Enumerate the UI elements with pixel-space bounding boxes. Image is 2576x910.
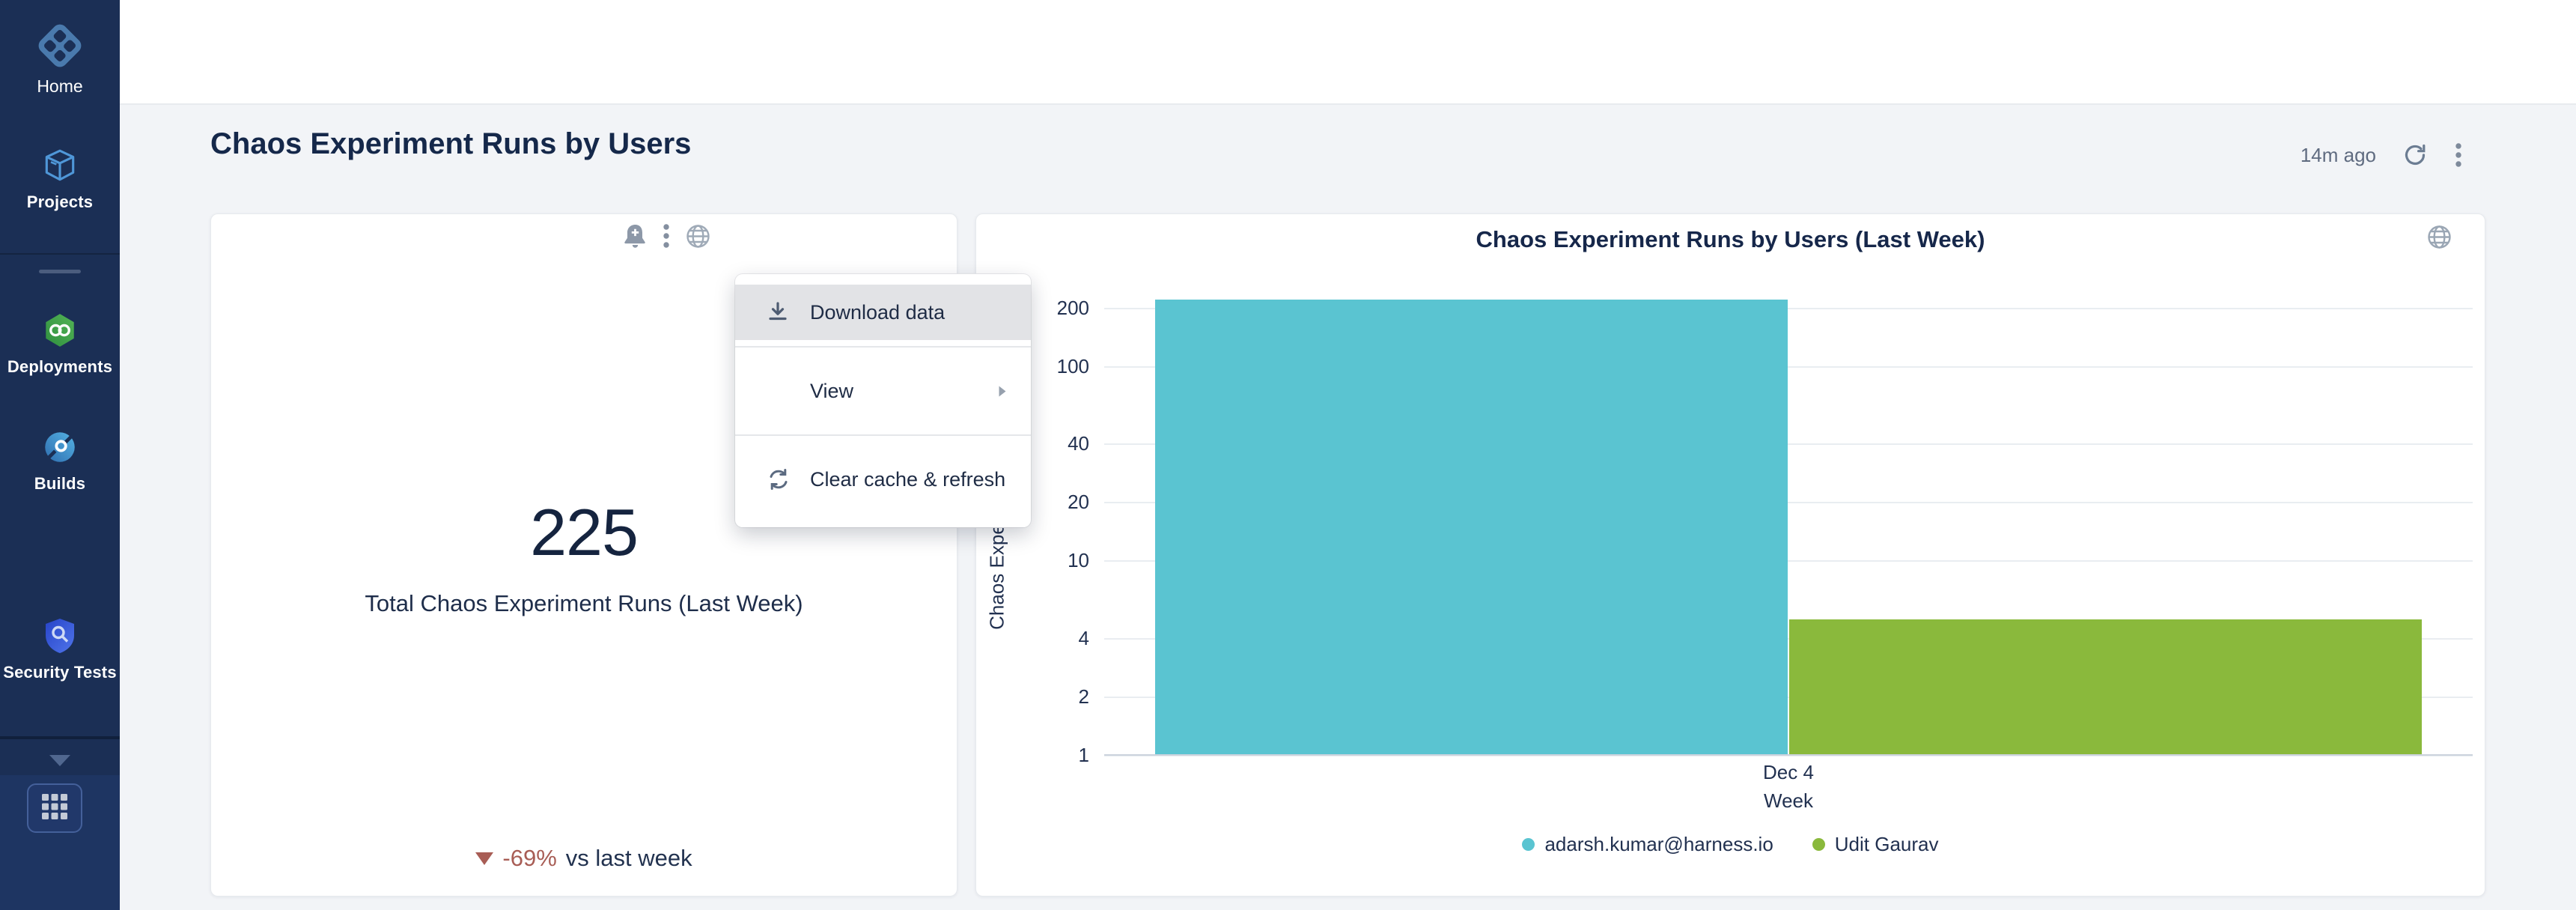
x-axis-category: Dec 4 (1104, 761, 2473, 784)
tile-toolbar (622, 222, 712, 250)
module-picker-button[interactable] (27, 783, 82, 833)
bell-plus-icon[interactable] (622, 222, 648, 250)
dashboard-more-button[interactable] (2454, 141, 2463, 169)
refresh-button[interactable] (2402, 142, 2429, 169)
bar-chart-plot: 200100402010421 (1104, 296, 2473, 755)
harness-logo-icon (35, 21, 84, 70)
last-refresh-time: 14m ago (2301, 144, 2376, 167)
chart-legend: adarsh.kumar@harness.io Udit Gaurav (975, 833, 2485, 856)
top-header (120, 0, 2576, 105)
chart-globe-icon[interactable] (2426, 223, 2453, 251)
delta-value: -69% (502, 845, 556, 872)
tile-more-button[interactable] (662, 222, 671, 250)
legend-item[interactable]: Udit Gaurav (1812, 833, 1939, 856)
menu-item-label: Download data (810, 301, 945, 324)
menu-divider (735, 434, 1031, 436)
sidebar-item-security-tests[interactable]: Security Tests (0, 616, 120, 682)
sidebar-collapse-button[interactable] (0, 745, 120, 775)
x-axis-line (1104, 754, 2473, 756)
sidebar-item-label: Security Tests (0, 663, 120, 682)
builds-icon (0, 428, 120, 467)
dashboard-title: Chaos Experiment Runs by Users (210, 127, 691, 161)
menu-item-download-data[interactable]: Download data (735, 285, 1031, 340)
projects-icon (0, 146, 120, 185)
sidebar-bottom-divider (0, 736, 120, 739)
sidebar: Home Projects Deployments Builds Security T… (0, 0, 120, 910)
deployments-icon (0, 311, 120, 350)
grid-icon (40, 792, 70, 825)
download-icon (765, 300, 810, 325)
legend-label: adarsh.kumar@harness.io (1544, 833, 1773, 856)
sidebar-item-projects[interactable]: Projects (0, 146, 120, 212)
sidebar-item-builds[interactable]: Builds (0, 428, 120, 494)
dashboard-meta: 14m ago (2301, 141, 2463, 169)
y-tick-label: 1 (954, 744, 1089, 767)
menu-item-label: Clear cache & refresh (810, 468, 1005, 491)
y-tick-label: 4 (954, 627, 1089, 650)
sidebar-item-home-label[interactable]: Home (0, 76, 120, 97)
chevron-down-icon (49, 755, 70, 766)
sidebar-item-label: Deployments (0, 357, 120, 377)
tile-context-menu: Download data View Clear cache & refresh (735, 274, 1031, 527)
legend-dot-icon (1522, 838, 1535, 851)
y-tick-label: 10 (954, 549, 1089, 572)
tile-label: Total Chaos Experiment Runs (Last Week) (210, 590, 957, 617)
tile-globe-icon[interactable] (684, 222, 712, 250)
x-axis-title: Week (1104, 789, 2473, 813)
bar-adarsh-kumar-harness-io[interactable] (1155, 300, 1788, 755)
chart-title: Chaos Experiment Runs by Users (Last Wee… (975, 226, 2485, 253)
delta-suffix: vs last week (566, 845, 692, 872)
sidebar-section-dash (39, 270, 81, 273)
legend-dot-icon (1812, 838, 1825, 851)
legend-item[interactable]: adarsh.kumar@harness.io (1522, 833, 1773, 856)
tile-delta: -69% vs last week (210, 845, 957, 872)
menu-item-view[interactable]: View (735, 354, 1031, 428)
y-tick-label: 2 (954, 685, 1089, 709)
menu-item-clear-cache-refresh[interactable]: Clear cache & refresh (735, 442, 1031, 517)
menu-item-label: View (810, 380, 853, 403)
sync-icon (765, 467, 810, 492)
sidebar-divider (0, 253, 120, 255)
caret-right-icon (996, 383, 1008, 399)
sidebar-item-label: Projects (0, 192, 120, 212)
sidebar-item-home[interactable] (0, 16, 120, 75)
sidebar-item-label: Builds (0, 474, 120, 494)
triangle-down-icon (475, 852, 493, 865)
legend-label: Udit Gaurav (1835, 833, 1939, 856)
security-icon (0, 616, 120, 655)
bar-udit-gaurav[interactable] (1789, 619, 2422, 755)
menu-divider (735, 346, 1031, 348)
sidebar-item-deployments[interactable]: Deployments (0, 311, 120, 377)
